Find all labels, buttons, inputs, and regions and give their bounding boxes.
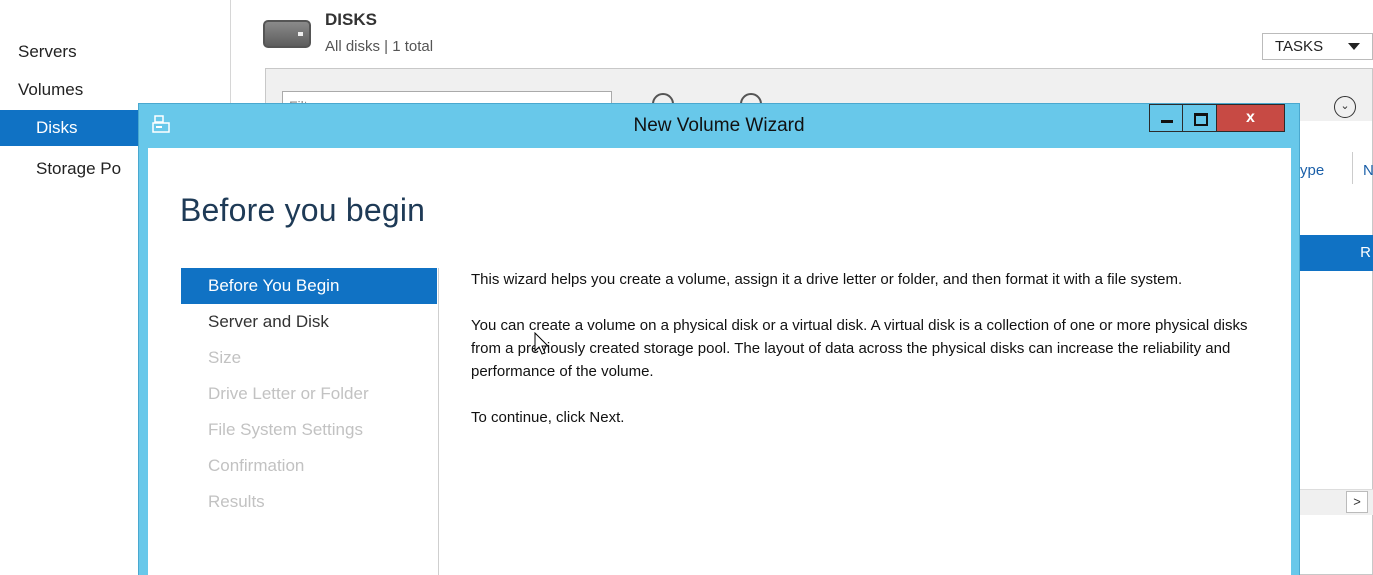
wizard-titlebar[interactable]: New Volume Wizard x: [139, 104, 1299, 148]
column-header-type[interactable]: ype: [1300, 162, 1324, 179]
disks-section-title: DISKS: [325, 10, 377, 29]
wizard-content: This wizard helps you create a volume, a…: [471, 268, 1271, 452]
step-server-and-disk[interactable]: Server and Disk: [181, 304, 437, 340]
step-confirmation: Confirmation: [208, 456, 305, 475]
minimize-button[interactable]: [1149, 104, 1183, 132]
tasks-dropdown-button[interactable]: TASKS: [1262, 33, 1373, 60]
tasks-label: TASKS: [1275, 38, 1324, 55]
steps-divider: [438, 268, 439, 575]
expand-icon[interactable]: ⌄: [1334, 96, 1356, 118]
scroll-right-button[interactable]: >: [1346, 491, 1368, 513]
close-button[interactable]: x: [1217, 104, 1285, 132]
selected-disk-row[interactable]: R: [1300, 235, 1373, 271]
step-file-system-settings: File System Settings: [208, 420, 363, 439]
step-before-you-begin[interactable]: Before You Begin: [181, 268, 437, 304]
wizard-title: New Volume Wizard: [633, 115, 805, 136]
virtual-disk-paragraph: You can create a volume on a physical di…: [471, 317, 1248, 380]
wizard-steps-list: Before You Begin Server and Disk Size Dr…: [181, 268, 437, 520]
intro-paragraph: This wizard helps you create a volume, a…: [471, 271, 1183, 288]
caret-down-icon: [1348, 43, 1360, 50]
column-header-n[interactable]: N: [1363, 162, 1373, 179]
continue-paragraph: To continue, click Next.: [471, 409, 625, 426]
disks-section-subtitle: All disks | 1 total: [325, 38, 434, 55]
step-results: Results: [208, 492, 265, 511]
nav-item-servers[interactable]: Servers: [0, 34, 231, 70]
step-size: Size: [208, 348, 242, 367]
new-volume-wizard-window: New Volume Wizard x Before you begin Bef…: [138, 103, 1300, 575]
maximize-button[interactable]: [1183, 104, 1217, 132]
step-drive-letter-or-folder: Drive Letter or Folder: [208, 384, 369, 403]
column-separator: [1352, 152, 1353, 184]
page-title: Before you begin: [180, 192, 426, 228]
wizard-body: Before you begin Before You Begin Server…: [148, 148, 1291, 575]
mouse-pointer-icon: [534, 332, 550, 355]
disk-drive-icon: [263, 20, 311, 48]
